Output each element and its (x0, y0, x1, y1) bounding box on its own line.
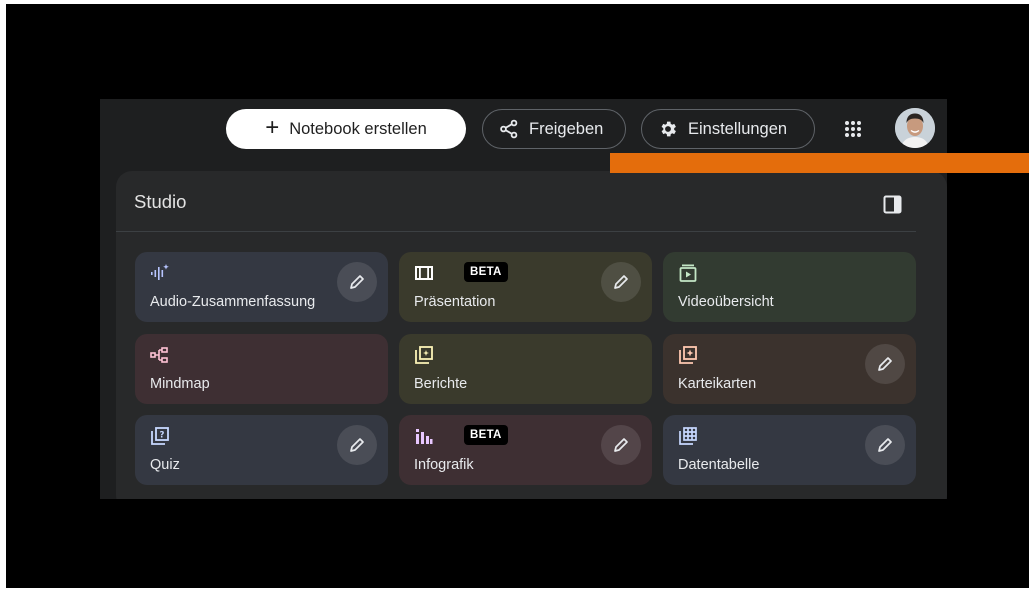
edit-button[interactable] (601, 262, 641, 302)
gear-icon (661, 121, 676, 137)
pencil-icon (614, 275, 628, 289)
card-label: Präsentation (414, 294, 496, 310)
edit-button[interactable] (337, 425, 377, 465)
card-quiz[interactable]: ? Quiz (135, 415, 388, 485)
svg-text:?: ? (160, 431, 165, 441)
card-infographic[interactable]: BETA Infografik (399, 415, 652, 485)
card-label: Audio-Zusammenfassung (150, 294, 316, 310)
share-icon (500, 119, 518, 139)
profile-photo (895, 108, 935, 148)
screenshot-border-top (0, 0, 1029, 4)
plus-icon: + (265, 114, 280, 141)
studio-divider (116, 231, 916, 232)
card-label: Datentabelle (678, 457, 760, 473)
card-video-overview[interactable]: Videoübersicht (663, 252, 916, 322)
slides-icon (415, 266, 433, 280)
pencil-icon (350, 275, 364, 289)
share-label: Freigeben (529, 119, 604, 138)
beta-badge: BETA (464, 262, 508, 282)
apps-grid-icon[interactable] (844, 120, 862, 138)
beta-badge: BETA (464, 425, 508, 445)
settings-label: Einstellungen (688, 119, 788, 138)
card-mindmap[interactable]: Mindmap (135, 334, 388, 404)
panel-toggle-icon[interactable] (883, 195, 902, 214)
card-label: Berichte (414, 376, 468, 392)
audio-waveform-icon (151, 264, 169, 280)
highlight-bar (610, 153, 1029, 173)
card-reports[interactable]: Berichte (399, 334, 652, 404)
edit-button[interactable] (337, 262, 377, 302)
reports-icon (415, 346, 433, 364)
card-data-table[interactable]: Datentabelle (663, 415, 916, 485)
pencil-icon (350, 438, 364, 452)
edit-button[interactable] (865, 344, 905, 384)
flashcards-icon (679, 346, 697, 364)
pencil-icon (878, 438, 892, 452)
settings-button[interactable]: Einstellungen (641, 109, 815, 149)
video-overview-icon (679, 264, 697, 282)
mindmap-icon (150, 347, 168, 363)
data-table-icon (679, 427, 697, 445)
edit-button[interactable] (601, 425, 641, 465)
screenshot-border-left (0, 0, 6, 591)
card-label: Quiz (150, 457, 180, 473)
pencil-icon (614, 438, 628, 452)
create-notebook-label: Notebook erstellen (289, 119, 427, 138)
card-label: Videoübersicht (678, 294, 774, 310)
share-button[interactable]: Freigeben (482, 109, 626, 149)
card-flashcards[interactable]: Karteikarten (663, 334, 916, 404)
card-label: Mindmap (150, 376, 210, 392)
edit-button[interactable] (865, 425, 905, 465)
avatar[interactable] (895, 108, 935, 148)
card-label: Infografik (414, 457, 474, 473)
studio-panel: Studio Audio-Zusammenfassung BETA Präsen… (116, 171, 947, 499)
infographic-icon (416, 429, 433, 444)
studio-title: Studio (134, 191, 187, 212)
pencil-icon (878, 357, 892, 371)
card-presentation[interactable]: BETA Präsentation (399, 252, 652, 322)
card-audio-summary[interactable]: Audio-Zusammenfassung (135, 252, 388, 322)
card-label: Karteikarten (678, 376, 757, 392)
create-notebook-button[interactable]: + Notebook erstellen (226, 109, 466, 149)
quiz-icon: ? (151, 427, 169, 445)
